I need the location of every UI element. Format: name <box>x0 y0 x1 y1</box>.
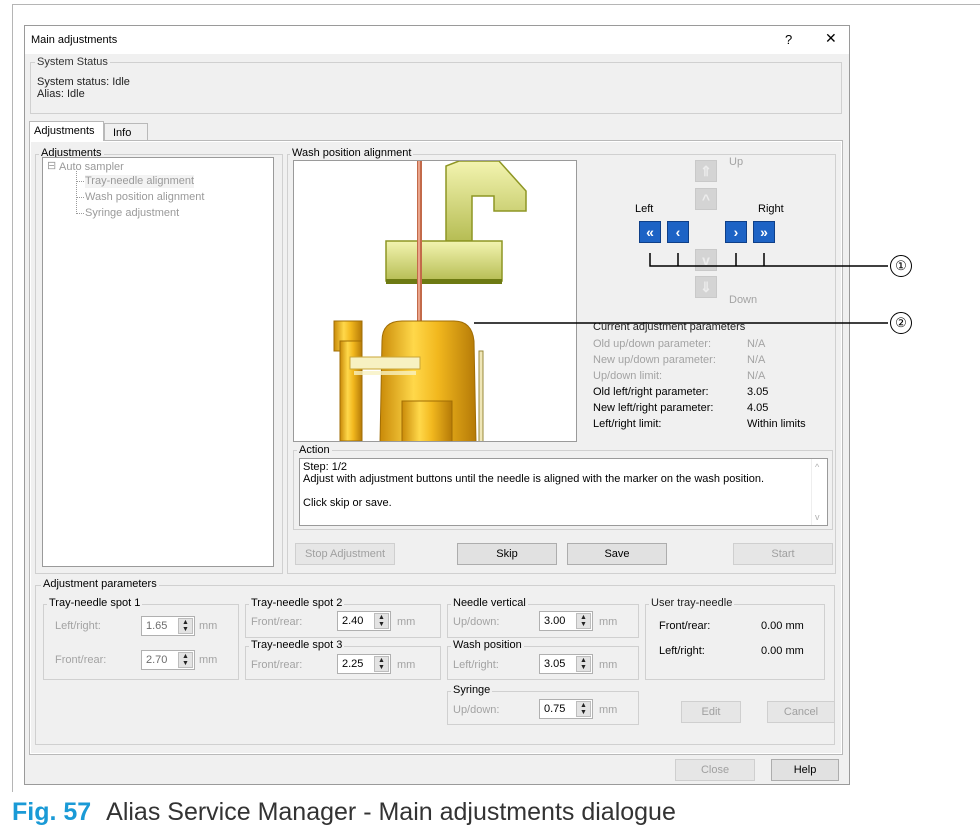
callout-1: ① <box>890 255 912 277</box>
tab-adjustments-label: Adjustments <box>34 125 95 137</box>
callout-2: ② <box>890 312 912 334</box>
callout-lines <box>474 253 888 324</box>
figure-caption-text: Alias Service Manager - Main adjustments… <box>106 798 676 826</box>
tab-adjustments[interactable]: Adjustments <box>29 121 104 141</box>
figure-number: Fig. 57 <box>12 798 92 826</box>
figure-caption: Fig. 57 Alias Service Manager - Main adj… <box>12 798 676 827</box>
